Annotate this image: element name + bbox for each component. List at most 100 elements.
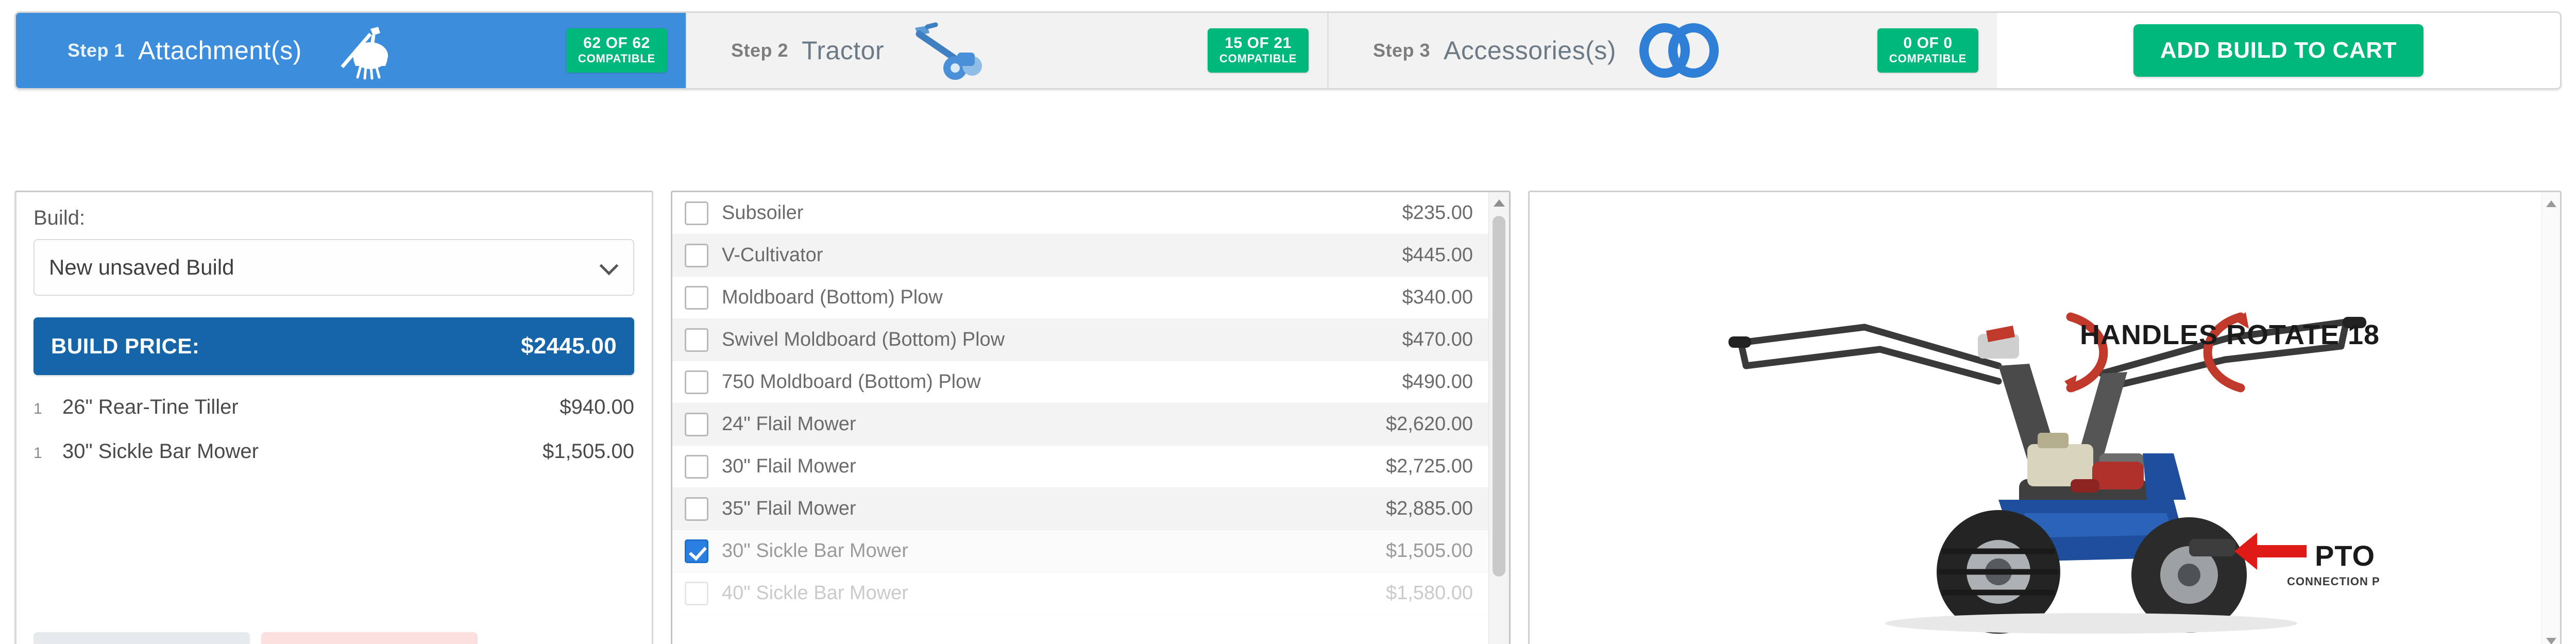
attachment-row[interactable]: Moldboard (Bottom) Plow $340.00 xyxy=(672,277,1488,319)
attachment-name: Swivel Moldboard (Bottom) Plow xyxy=(722,329,1005,350)
product-image: HANDLES ROTATE 180° PTO CONNECTION POINT xyxy=(1530,192,2560,644)
product-preview-panel: HANDLES ROTATE 180° PTO CONNECTION POINT xyxy=(1528,191,2562,644)
attachment-price: $490.00 xyxy=(1402,371,1473,393)
attachment-checkbox[interactable] xyxy=(685,370,708,394)
attachment-row[interactable]: 40" Sickle Bar Mower $1,580.00 xyxy=(672,572,1488,615)
attachment-price: $1,580.00 xyxy=(1385,582,1473,604)
build-item-qty: 1 xyxy=(33,445,42,462)
build-summary-panel: Build: New unsaved Build BUILD PRICE: $2… xyxy=(14,191,653,644)
step-1-badge-label: COMPATIBLE xyxy=(578,52,656,65)
attachment-checkbox[interactable] xyxy=(685,328,708,352)
attachment-row[interactable]: V-Cultivator $445.00 xyxy=(672,234,1488,277)
build-label: Build: xyxy=(33,207,86,229)
attachment-row[interactable]: Subsoiler $235.00 xyxy=(672,192,1488,234)
save-build-button[interactable] xyxy=(33,632,250,644)
attachment-row[interactable]: 750 Moldboard (Bottom) Plow $490.00 xyxy=(672,361,1488,403)
scroll-down-arrow-icon[interactable] xyxy=(2546,638,2556,644)
step-1-number: Step 1 xyxy=(67,40,125,61)
attachment-row[interactable]: 24" Flail Mower $2,620.00 xyxy=(672,403,1488,446)
attachment-checkbox[interactable] xyxy=(685,497,708,521)
attachment-checkbox[interactable] xyxy=(685,454,708,479)
attachment-name: Moldboard (Bottom) Plow xyxy=(722,286,943,308)
attachment-checkbox-checked[interactable] xyxy=(685,539,708,563)
attachment-list-scrollbar[interactable] xyxy=(1488,192,1509,644)
build-item-price: $940.00 xyxy=(560,396,634,418)
build-list-item[interactable]: 1 26" Rear-Tine Tiller $940.00 xyxy=(33,396,634,440)
scroll-up-arrow-icon[interactable] xyxy=(1493,199,1505,207)
step-2-badge-label: COMPATIBLE xyxy=(1219,52,1297,65)
step-1-attachments[interactable]: Step 1 Attachment(s) 62 OF 62 COMPATIBLE xyxy=(16,13,686,88)
build-select[interactable]: New unsaved Build xyxy=(33,239,634,296)
attachment-name: 40" Sickle Bar Mower xyxy=(722,582,908,604)
attachment-checkbox[interactable] xyxy=(685,201,708,225)
attachment-checkbox[interactable] xyxy=(685,581,708,605)
attachment-name: 24" Flail Mower xyxy=(722,413,856,435)
step-1-title: Attachment(s) xyxy=(138,36,302,65)
scrollbar-thumb[interactable] xyxy=(1493,216,1505,577)
step-2-title: Tractor xyxy=(802,36,885,65)
cta-container: ADD BUILD TO CART xyxy=(1997,13,2560,88)
attachment-name: 30" Flail Mower xyxy=(722,455,856,477)
step-3-accessories[interactable]: Step 3 Accessories(s) 0 OF 0 COMPATIBLE xyxy=(1327,13,1997,88)
build-item-list: 1 26" Rear-Tine Tiller $940.00 1 30" Sic… xyxy=(33,396,634,484)
two-wheel-tractor-icon xyxy=(904,20,989,81)
step-2-tractor[interactable]: Step 2 Tractor 15 OF 21 COMPATIBLE xyxy=(686,13,1327,88)
build-price-bar: BUILD PRICE: $2445.00 xyxy=(33,317,634,375)
step-2-compatible-badge: 15 OF 21 COMPATIBLE xyxy=(1208,28,1309,73)
step-1-badge-count: 62 OF 62 xyxy=(583,34,650,52)
pto-callout: PTO xyxy=(2315,539,2375,572)
step-3-number: Step 3 xyxy=(1373,40,1431,61)
build-action-buttons xyxy=(33,632,634,644)
build-price-value: $2445.00 xyxy=(521,333,617,359)
attachment-row[interactable]: Swivel Moldboard (Bottom) Plow $470.00 xyxy=(672,319,1488,361)
step-1-compatible-badge: 62 OF 62 COMPATIBLE xyxy=(566,28,667,73)
attachment-price: $2,620.00 xyxy=(1385,413,1473,435)
attachment-name: 35" Flail Mower xyxy=(722,498,856,519)
step-3-title: Accessories(s) xyxy=(1444,36,1616,65)
build-list-item[interactable]: 1 30" Sickle Bar Mower $1,505.00 xyxy=(33,440,634,484)
step-3-badge-label: COMPATIBLE xyxy=(1889,52,1967,65)
attachment-tiller-icon xyxy=(321,20,399,81)
attachment-price: $340.00 xyxy=(1402,286,1473,308)
attachment-name: 750 Moldboard (Bottom) Plow xyxy=(722,371,981,393)
step-navigation-bar: Step 1 Attachment(s) 62 OF 62 COMPATIBLE… xyxy=(14,11,2562,90)
pto-sub-callout: CONNECTION POINT xyxy=(2287,575,2380,588)
product-panel-scrollbar[interactable] xyxy=(2541,192,2560,644)
clear-build-button[interactable] xyxy=(261,632,478,644)
build-item-qty: 1 xyxy=(33,400,42,417)
build-item-price: $1,505.00 xyxy=(543,440,634,463)
build-item-name: 30" Sickle Bar Mower xyxy=(62,440,259,463)
attachment-checkbox[interactable] xyxy=(685,243,708,267)
build-configurator-page: Step 1 Attachment(s) 62 OF 62 COMPATIBLE… xyxy=(0,0,2576,644)
scroll-up-arrow-icon[interactable] xyxy=(2546,200,2556,207)
step-3-compatible-badge: 0 OF 0 COMPATIBLE xyxy=(1877,28,1978,73)
chevron-down-icon xyxy=(599,256,619,276)
step-2-number: Step 2 xyxy=(731,40,789,61)
attachment-row-selected[interactable]: 30" Sickle Bar Mower $1,505.00 xyxy=(672,530,1488,572)
build-item-name: 26" Rear-Tine Tiller xyxy=(62,396,239,418)
attachment-name: V-Cultivator xyxy=(722,244,823,266)
attachment-price: $2,885.00 xyxy=(1385,498,1473,519)
attachment-row[interactable]: 35" Flail Mower $2,885.00 xyxy=(672,488,1488,530)
attachment-price: $2,725.00 xyxy=(1385,455,1473,477)
attachment-list-panel: Subsoiler $235.00 V-Cultivator $445.00 M… xyxy=(671,191,1511,644)
co-rings-icon xyxy=(1636,22,1723,79)
two-wheel-tractor-photo: HANDLES ROTATE 180° PTO CONNECTION POINT xyxy=(1728,312,2380,634)
attachment-price: $470.00 xyxy=(1402,329,1473,350)
configurator-body: Build: New unsaved Build BUILD PRICE: $2… xyxy=(14,191,2562,644)
attachment-name: 30" Sickle Bar Mower xyxy=(722,540,908,562)
step-3-badge-count: 0 OF 0 xyxy=(1903,34,1953,52)
build-select-value: New unsaved Build xyxy=(49,255,234,279)
handles-rotate-callout: HANDLES ROTATE 180° xyxy=(2080,319,2380,350)
build-price-label: BUILD PRICE: xyxy=(51,334,200,358)
attachment-list: Subsoiler $235.00 V-Cultivator $445.00 M… xyxy=(672,192,1488,644)
attachment-price: $1,505.00 xyxy=(1385,540,1473,562)
attachment-checkbox[interactable] xyxy=(685,412,708,436)
attachment-price: $445.00 xyxy=(1402,244,1473,266)
step-2-badge-count: 15 OF 21 xyxy=(1225,34,1292,52)
add-build-to-cart-button[interactable]: ADD BUILD TO CART xyxy=(2133,24,2424,77)
attachment-row[interactable]: 30" Flail Mower $2,725.00 xyxy=(672,446,1488,488)
attachment-name: Subsoiler xyxy=(722,202,804,224)
attachment-checkbox[interactable] xyxy=(685,285,708,310)
attachment-price: $235.00 xyxy=(1402,202,1473,224)
